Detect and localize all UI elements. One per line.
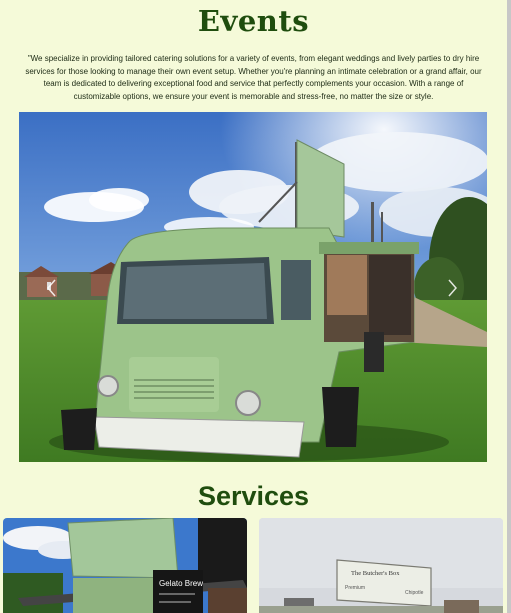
sign-left-text: Premium [345, 585, 365, 591]
image-carousel[interactable] [19, 112, 487, 462]
carousel-prev-button[interactable] [43, 276, 61, 300]
page-title: Events [197, 4, 310, 38]
sign-title: The Butcher's Box [351, 570, 400, 577]
chevron-right-icon [448, 279, 457, 297]
service-card-butchers-box[interactable]: The Butcher's Box Premium Chipotle [259, 518, 503, 613]
scrollbar-thumb[interactable] [507, 0, 511, 613]
sign-right-text: Chipotle [405, 590, 424, 596]
chalkboard-text: Gelato Brew [159, 579, 203, 588]
chevron-left-icon [47, 279, 56, 297]
carousel-next-button[interactable] [443, 276, 461, 300]
service-card-gelato[interactable]: Gelato Brew [3, 518, 247, 613]
food-van-photo [19, 112, 487, 462]
intro-paragraph: "We specialize in providing tailored cat… [25, 54, 482, 101]
butchers-box-van-photo: The Butcher's Box Premium Chipotle [259, 518, 503, 613]
gelato-van-photo: Gelato Brew [3, 518, 247, 613]
services-title: Services [197, 481, 310, 511]
